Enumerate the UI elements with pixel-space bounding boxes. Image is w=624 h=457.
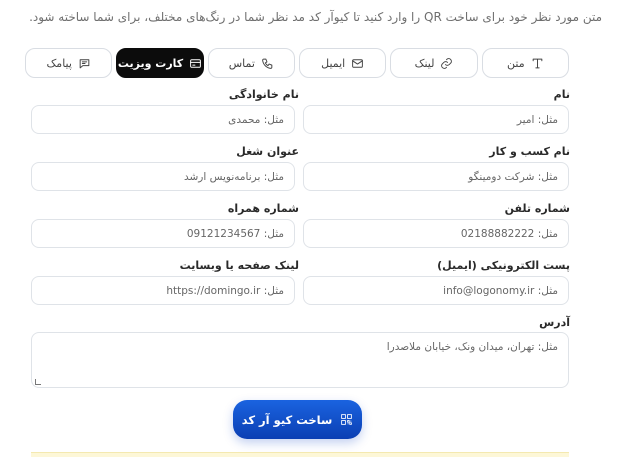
sms-icon bbox=[79, 58, 90, 68]
business-name-label: نام کسب و کار bbox=[489, 145, 570, 158]
intro-text: متن مورد نظر خود برای ساخت QR را وارد کن… bbox=[29, 10, 602, 24]
phone-icon bbox=[262, 58, 273, 69]
job-title-label: عنوان شغل bbox=[236, 145, 299, 158]
tab-text[interactable]: متن bbox=[481, 48, 569, 78]
address-placeholder: مثل: تهران، میدان ونک، خیابان ملاصدرا bbox=[386, 341, 558, 353]
tab-email[interactable]: ایمیل bbox=[299, 48, 387, 78]
address-label: آدرس bbox=[539, 316, 570, 329]
tab-email-label: ایمیل bbox=[321, 56, 346, 70]
tab-text-label: متن bbox=[507, 56, 525, 70]
address-textarea[interactable]: مثل: تهران، میدان ونک، خیابان ملاصدرا bbox=[31, 332, 569, 388]
qr-generator-page: متن مورد نظر خود برای ساخت QR را وارد کن… bbox=[0, 0, 624, 457]
text-icon bbox=[532, 58, 542, 68]
tab-link-label: لینک bbox=[414, 56, 435, 70]
mobile-input[interactable]: مثل: 09121234567 bbox=[31, 219, 295, 248]
tab-business-card-label: کارت ویزیت bbox=[117, 56, 184, 70]
first-name-label: نام bbox=[553, 88, 570, 101]
email-label: پست الکترونیکی (ایمیل) bbox=[437, 259, 570, 272]
qr-code-icon bbox=[341, 414, 353, 425]
tab-sms[interactable]: پیامک bbox=[25, 48, 113, 78]
last-name-label: نام خانوادگی bbox=[228, 88, 299, 101]
first-name-input[interactable]: مثل: امیر bbox=[303, 105, 569, 134]
result-panel-edge bbox=[31, 452, 569, 457]
phone-input[interactable]: مثل: 02188882222 bbox=[303, 219, 569, 248]
qr-type-tabs: متن لینک ایمیل تماس کارت ویزیت پیامک bbox=[25, 48, 569, 78]
email-input[interactable]: مثل: info@logonomy.ir bbox=[303, 276, 569, 305]
resize-handle-icon[interactable] bbox=[35, 379, 41, 385]
tab-link[interactable]: لینک bbox=[390, 48, 478, 78]
mail-icon bbox=[352, 58, 364, 68]
job-title-input[interactable]: مثل: برنامه‌نویس ارشد bbox=[31, 162, 295, 191]
tab-call[interactable]: تماس bbox=[207, 48, 296, 78]
website-input[interactable]: مثل: https://domingo.ir bbox=[31, 276, 295, 305]
link-icon bbox=[441, 57, 453, 69]
phone-label: شماره تلفن bbox=[504, 202, 570, 215]
tab-business-card[interactable]: کارت ویزیت bbox=[116, 48, 204, 78]
website-label: لینک صفحه یا وبسایت bbox=[179, 259, 299, 272]
tab-call-label: تماس bbox=[228, 56, 255, 70]
mobile-label: شماره همراه bbox=[227, 202, 299, 215]
generate-qr-label: ساخت کیو آر کد bbox=[241, 412, 333, 427]
tab-sms-label: پیامک bbox=[46, 56, 72, 70]
generate-qr-button[interactable]: ساخت کیو آر کد bbox=[233, 400, 362, 439]
last-name-input[interactable]: مثل: محمدی bbox=[31, 105, 295, 134]
business-name-input[interactable]: مثل: شرکت دومینگو bbox=[303, 162, 569, 191]
card-icon bbox=[190, 58, 202, 68]
